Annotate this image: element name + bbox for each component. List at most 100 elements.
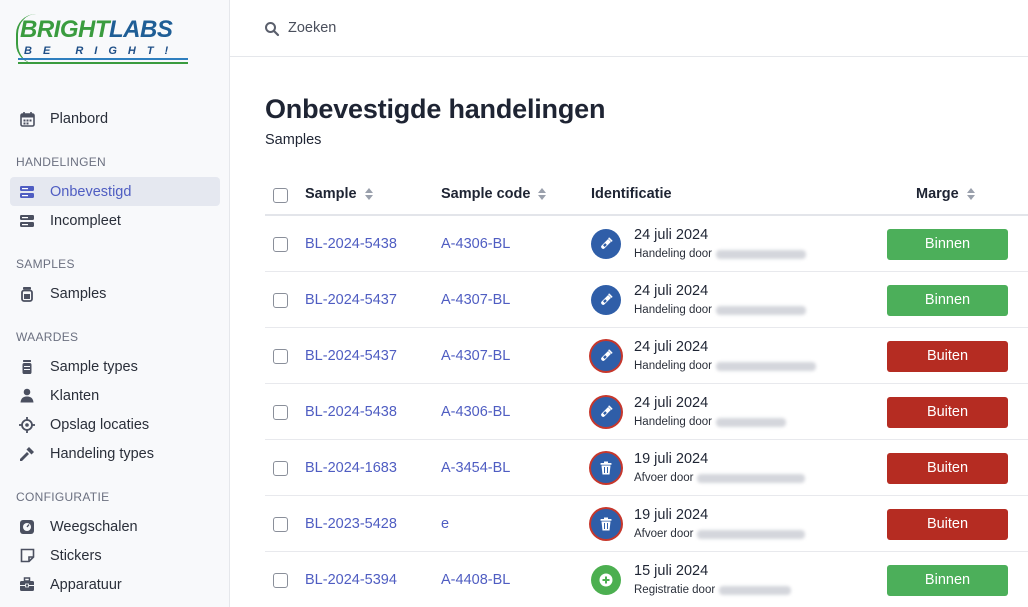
sidebar-item-label: Handeling types [50, 445, 154, 462]
column-header-sample[interactable]: Sample [305, 186, 373, 202]
identification-date: 24 juli 2024 [634, 283, 709, 299]
sample-code-link[interactable]: A-4306-BL [441, 384, 510, 440]
column-header-sample-code[interactable]: Sample code [441, 186, 547, 202]
sidebar-item-apparatuur[interactable]: Apparatuur [10, 570, 220, 599]
sidebar-item-label: Weegschalen [50, 518, 138, 535]
marge-cell: Binnen [887, 216, 1008, 272]
sort-icon [364, 188, 373, 200]
search-input[interactable] [288, 16, 688, 40]
identificatie-cell: 19 juli 2024 Afvoer door [591, 496, 806, 552]
table-row: BL-2024-5438 A-4306-BL 24 juli 2024 Hand… [265, 384, 1028, 440]
sidebar-item-incompleet[interactable]: Incompleet [10, 206, 220, 235]
trash-icon [591, 453, 621, 483]
sidebar-item-label: Planbord [50, 110, 109, 127]
redacted-name [716, 305, 807, 315]
sidebar-item-stickers[interactable]: Stickers [10, 541, 220, 570]
sidebar-item-label: Klanten [50, 387, 100, 404]
marge-badge[interactable]: Buiten [887, 396, 1008, 428]
select-all-checkbox[interactable] [273, 188, 288, 203]
sidebar: BRIGHTLABS BE RIGHT! Planbord HANDELINGE… [0, 0, 230, 607]
sample-link[interactable]: BL-2024-5437 [305, 328, 397, 384]
identification-date: 24 juli 2024 [634, 339, 709, 355]
sidebar-item-planbord[interactable]: Planbord [10, 104, 220, 133]
row-checkbox[interactable] [273, 216, 288, 272]
identification-date: 19 juli 2024 [634, 507, 709, 523]
section-label-configuratie: CONFIGURATIE [16, 490, 110, 504]
sidebar-item-klanten[interactable]: Klanten [10, 381, 220, 410]
sort-icon [966, 188, 975, 200]
sample-link[interactable]: BL-2024-1683 [305, 440, 397, 496]
table-header: Sample Sample code Identificatie Marge [265, 176, 1028, 216]
sample-link[interactable]: BL-2024-5394 [305, 552, 397, 607]
redacted-name [716, 361, 817, 371]
redacted-name [719, 585, 792, 595]
row-checkbox[interactable] [273, 552, 288, 607]
table-row: BL-2024-5437 A-4307-BL 24 juli 2024 Hand… [265, 272, 1028, 328]
sidebar-item-handeling-types[interactable]: Handeling types [10, 439, 220, 468]
redacted-name [716, 249, 807, 259]
logo-underline-blue [18, 58, 188, 60]
section-label-samples: SAMPLES [16, 257, 75, 271]
marge-badge[interactable]: Binnen [887, 564, 1008, 596]
sample-link[interactable]: BL-2024-5438 [305, 216, 397, 272]
logo-wordmark: BRIGHTLABS [20, 16, 173, 43]
test-tube-icon [591, 229, 621, 259]
sample-code-link[interactable]: e [441, 496, 449, 552]
sample-code-link[interactable]: A-4307-BL [441, 328, 510, 384]
marge-badge[interactable]: Buiten [887, 452, 1008, 484]
sidebar-item-sample-types[interactable]: Sample types [10, 352, 220, 381]
identification-by: Registratie door [634, 582, 792, 598]
table-row: BL-2024-5394 A-4408-BL 15 juli 2024 Regi… [265, 552, 1028, 607]
sidebar-item-label: Sample types [50, 358, 138, 375]
sidebar-item-label: Opslag locaties [50, 416, 150, 433]
sidebar-item-weegschalen[interactable]: Weegschalen [10, 512, 220, 541]
identificatie-cell: 24 juli 2024 Handeling door [591, 216, 807, 272]
toolbox-icon [18, 576, 36, 594]
table-row: BL-2024-5438 A-4306-BL 24 juli 2024 Hand… [265, 216, 1028, 272]
sample-code-link[interactable]: A-4306-BL [441, 216, 510, 272]
table-body: BL-2024-5438 A-4306-BL 24 juli 2024 Hand… [265, 216, 1028, 607]
row-checkbox[interactable] [273, 496, 288, 552]
identification-date: 24 juli 2024 [634, 395, 709, 411]
sample-code-link[interactable]: A-4408-BL [441, 552, 510, 607]
cylinder-icon [18, 358, 36, 376]
section-label-handelingen: HANDELINGEN [16, 155, 106, 169]
sidebar-item-opslag-locaties[interactable]: Opslag locaties [10, 410, 220, 439]
column-header-marge[interactable]: Marge [916, 186, 975, 202]
identification-by: Afvoer door [634, 526, 806, 542]
sample-link[interactable]: BL-2023-5428 [305, 496, 397, 552]
redacted-name [697, 473, 806, 483]
marge-badge[interactable]: Binnen [887, 228, 1008, 260]
marge-cell: Binnen [887, 272, 1008, 328]
sidebar-item-label: Onbevestigd [50, 183, 132, 200]
marge-badge[interactable]: Buiten [887, 340, 1008, 372]
section-label-waardes: WAARDES [16, 330, 79, 344]
marge-badge[interactable]: Buiten [887, 508, 1008, 540]
redacted-name [697, 529, 806, 539]
sample-code-link[interactable]: A-4307-BL [441, 272, 510, 328]
handelingen-table: Sample Sample code Identificatie Marge B… [265, 176, 1028, 607]
marge-cell: Buiten [887, 440, 1008, 496]
table-row: BL-2023-5428 e 19 juli 2024 Afvoer door … [265, 496, 1028, 552]
row-checkbox[interactable] [273, 272, 288, 328]
sidebar-item-samples[interactable]: Samples [10, 279, 220, 308]
sample-link[interactable]: BL-2024-5438 [305, 384, 397, 440]
identificatie-cell: 24 juli 2024 Handeling door [591, 328, 817, 384]
row-checkbox[interactable] [273, 384, 288, 440]
sample-code-link[interactable]: A-3454-BL [441, 440, 510, 496]
sample-link[interactable]: BL-2024-5437 [305, 272, 397, 328]
marge-cell: Buiten [887, 328, 1008, 384]
row-checkbox[interactable] [273, 328, 288, 384]
test-tube-icon [591, 397, 621, 427]
scale-icon [18, 518, 36, 536]
identification-by: Handeling door [634, 302, 807, 318]
row-checkbox[interactable] [273, 440, 288, 496]
marge-badge[interactable]: Binnen [887, 284, 1008, 316]
column-header-identificatie: Identificatie [591, 186, 672, 202]
brightlabs-logo[interactable]: BRIGHTLABS BE RIGHT! [16, 14, 190, 68]
tool-icon [18, 445, 36, 463]
logo-underline-green [18, 62, 188, 64]
identificatie-cell: 19 juli 2024 Afvoer door [591, 440, 806, 496]
sidebar-item-onbevestigd[interactable]: Onbevestigd [10, 177, 220, 206]
page-title: Onbevestigde handelingen [265, 94, 606, 124]
